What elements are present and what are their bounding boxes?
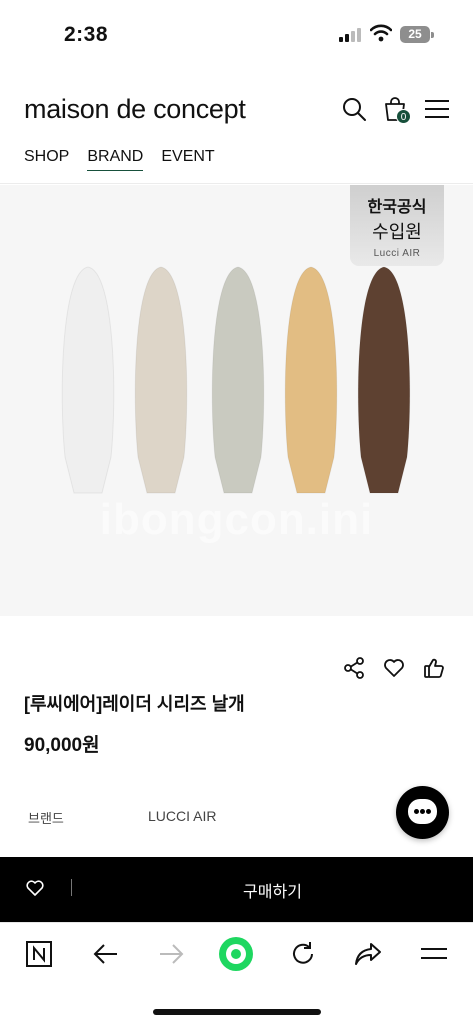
product-image[interactable]: ibongcon.ini 한국공식 수입원 Lucci AIR: [0, 185, 473, 616]
cart-count-badge: 0: [396, 109, 411, 124]
brand-label: 브랜드: [28, 811, 64, 826]
nav-event[interactable]: EVENT: [161, 148, 214, 171]
site-logo[interactable]: maison de concept: [24, 94, 246, 125]
fan-blade: [61, 266, 115, 494]
hamburger-menu-icon[interactable]: [420, 940, 448, 968]
fan-blade: [284, 266, 338, 494]
home-indicator: [153, 1009, 321, 1015]
hamburger-menu-icon[interactable]: [424, 96, 450, 122]
fan-blade: [357, 266, 411, 494]
status-time: 2:38: [64, 23, 109, 46]
green-dot-icon[interactable]: [218, 936, 254, 972]
forward-arrow-icon[interactable]: [157, 940, 185, 968]
chat-bubble-icon: [408, 799, 437, 824]
share-icon[interactable]: [343, 657, 365, 679]
nav-shop[interactable]: SHOP: [24, 148, 69, 171]
naver-home-icon[interactable]: [25, 940, 53, 968]
battery-icon: 25: [400, 26, 434, 43]
image-watermark: ibongcon.ini: [99, 495, 374, 544]
official-importer-badge: 한국공식 수입원 Lucci AIR: [350, 185, 444, 266]
back-arrow-icon[interactable]: [92, 940, 120, 968]
cart-button[interactable]: 0: [383, 96, 411, 124]
badge-brand: Lucci AIR: [373, 248, 421, 259]
wishlist-heart-icon[interactable]: [383, 657, 405, 679]
site-header: maison de concept 0 SHOP BRAND EVENT: [0, 68, 473, 184]
product-title: [루씨에어]레이더 시리즈 날개: [24, 694, 245, 714]
fan-blade: [211, 266, 265, 494]
share-arrow-icon[interactable]: [354, 940, 382, 968]
purchase-bar: 구매하기: [0, 857, 473, 922]
cellular-signal-icon: [339, 28, 361, 42]
brand-value[interactable]: LUCCI AIR: [148, 808, 216, 824]
fan-blade: [134, 266, 188, 494]
nav-brand[interactable]: BRAND: [87, 148, 144, 171]
browser-toolbar: [0, 922, 473, 1024]
battery-level: 25: [400, 26, 430, 43]
status-bar: 2:38 25: [0, 0, 473, 68]
wishlist-heart-icon[interactable]: [26, 879, 44, 897]
thumbs-up-icon[interactable]: [423, 657, 445, 679]
product-price: 90,000원: [24, 735, 100, 756]
main-nav: SHOP BRAND EVENT: [24, 148, 215, 171]
badge-line2: 수입원: [372, 222, 422, 242]
refresh-icon[interactable]: [289, 940, 317, 968]
buy-button[interactable]: 구매하기: [72, 878, 473, 902]
wifi-icon: [370, 24, 392, 42]
search-icon[interactable]: [341, 96, 367, 122]
chat-button[interactable]: [396, 786, 449, 839]
badge-line1: 한국공식: [367, 199, 427, 216]
